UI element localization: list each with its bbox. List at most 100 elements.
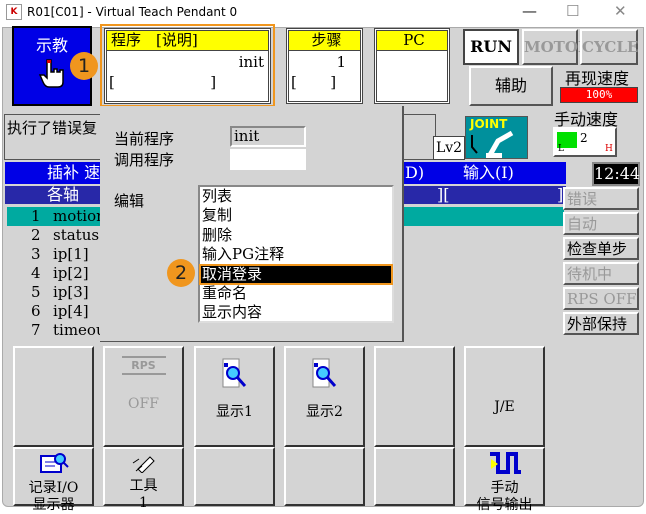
magnifier-page-icon bbox=[312, 358, 336, 388]
display1-button[interactable]: 显示1 bbox=[194, 346, 275, 447]
program-box[interactable]: 程序 [说明] init [ ] bbox=[104, 28, 271, 104]
rps-off-button[interactable]: RPS OFF bbox=[103, 346, 184, 447]
app-icon: K bbox=[6, 4, 22, 20]
tool-label-2: 1 bbox=[139, 495, 148, 511]
aux-button[interactable]: 辅助 bbox=[469, 66, 553, 106]
plug-tool-icon bbox=[132, 456, 155, 474]
list-item[interactable]: 4 ip[2] bbox=[25, 264, 106, 283]
side-button-1[interactable]: 自动 bbox=[563, 212, 639, 235]
robot-arm-icon bbox=[471, 130, 514, 158]
edit-menu-item[interactable]: 删除 bbox=[200, 226, 392, 245]
step-box[interactable]: 步骤 1 [ ] bbox=[286, 28, 363, 104]
list-item[interactable]: 6 ip[4] bbox=[25, 302, 106, 321]
list-item[interactable]: 3 ip[1] bbox=[25, 245, 106, 264]
axis-label: 各轴 bbox=[47, 185, 80, 204]
list-item[interactable]: 5 ip[3] bbox=[25, 283, 106, 302]
pc-header: PC bbox=[377, 31, 447, 51]
list-item-name: ip[2] bbox=[53, 264, 89, 282]
program-comment: [ ] bbox=[109, 73, 217, 91]
tool-button[interactable]: 工具 1 bbox=[103, 447, 184, 511]
output-label: D) bbox=[405, 163, 425, 182]
window-title: R01[C01] - Virtual Teach Pendant 0 bbox=[27, 5, 238, 19]
clock: 12:44 bbox=[592, 162, 640, 186]
manual-signal-output-button[interactable]: 手动 信号输出 bbox=[464, 447, 545, 513]
display2-button[interactable]: 显示2 bbox=[284, 346, 365, 447]
hand-pointer-icon bbox=[38, 59, 64, 88]
security-level: Lv2 bbox=[433, 136, 465, 160]
step-value: 1 bbox=[336, 53, 346, 71]
side-button-3[interactable]: 待机中 bbox=[563, 262, 639, 285]
manual-speed-gauge[interactable]: 2 L H bbox=[553, 127, 617, 157]
list-item-name: ip[1] bbox=[53, 245, 89, 263]
step-comment: [ ] bbox=[291, 73, 337, 91]
motor-button[interactable]: MOTOR bbox=[522, 29, 590, 65]
list-item-number: 5 bbox=[31, 283, 41, 301]
minimize-button[interactable]: — bbox=[522, 2, 537, 20]
list-item-name: motion bbox=[53, 207, 106, 225]
list-item-number: 1 bbox=[31, 207, 41, 225]
manual-speed-level: 2 bbox=[580, 131, 588, 145]
message-text: 执行了错误复 bbox=[7, 119, 98, 137]
edit-menu-item[interactable]: 列表 bbox=[200, 187, 392, 206]
je-label: J/E bbox=[494, 399, 515, 415]
manual-speed-low: L bbox=[558, 144, 564, 154]
rps-off-label: OFF bbox=[128, 396, 159, 412]
input-label: 输入(I) bbox=[463, 163, 514, 182]
list-item-number: 2 bbox=[31, 226, 41, 244]
edit-menu-item-selected[interactable]: 取消登录 bbox=[199, 263, 393, 285]
manual-speed-high: H bbox=[605, 144, 613, 154]
monitor-search-icon bbox=[39, 453, 69, 473]
pc-box[interactable]: PC bbox=[374, 28, 450, 104]
step-badge-1: 1 bbox=[70, 52, 98, 80]
program-popup: 当前程序 init 调用程序 编辑 列表 复制 删除 输入PG注释 取消登录 重命名 显示内… bbox=[100, 106, 404, 342]
display2-label: 显示2 bbox=[306, 404, 343, 420]
program-header: 程序 [说明] bbox=[107, 31, 268, 51]
title-bar: K R01[C01] - Virtual Teach Pendant 0 — ☐… bbox=[0, 0, 646, 27]
list-item[interactable]: 1 motion bbox=[25, 207, 106, 226]
replay-speed-value: 100% bbox=[560, 87, 638, 103]
side-button-2[interactable]: 检查单步 bbox=[563, 237, 639, 260]
close-button[interactable]: ✕ bbox=[614, 2, 627, 20]
axis-bracket-mid: ][ bbox=[437, 185, 450, 204]
side-button-4[interactable]: RPS OFF bbox=[563, 287, 639, 310]
call-program-label: 调用程序 bbox=[114, 151, 175, 169]
edit-menu-item[interactable]: 显示内容 bbox=[200, 303, 392, 322]
io-monitor-button[interactable]: 记录I/O 显示器 bbox=[13, 447, 94, 513]
call-program-field[interactable] bbox=[230, 149, 306, 170]
edit-menu-list[interactable]: 列表 复制 删除 输入PG注释 取消登录 重命名 显示内容 bbox=[198, 185, 394, 323]
run-button[interactable]: RUN bbox=[463, 29, 519, 65]
list-item[interactable]: 2 status bbox=[25, 226, 106, 245]
list-item-number: 3 bbox=[31, 245, 41, 263]
step-badge-2: 2 bbox=[167, 259, 195, 287]
joint-coordinate-button[interactable]: JOINT bbox=[465, 116, 528, 159]
list-item-name: status bbox=[53, 226, 100, 244]
replay-speed-label: 再现速度 bbox=[564, 69, 629, 88]
edit-menu-item[interactable]: 重命名 bbox=[200, 284, 392, 303]
maximize-button[interactable]: ☐ bbox=[566, 2, 579, 20]
edit-menu-item[interactable]: 复制 bbox=[200, 206, 392, 225]
side-button-5[interactable]: 外部保持 bbox=[563, 312, 639, 335]
je-button[interactable]: J/E bbox=[464, 346, 545, 447]
function-key-empty-3[interactable] bbox=[194, 447, 275, 506]
io-monitor-label-1: 记录I/O bbox=[28, 480, 79, 496]
current-program-label: 当前程序 bbox=[114, 130, 175, 148]
edit-menu-item[interactable]: 输入PG注释 bbox=[200, 245, 392, 264]
display1-label: 显示1 bbox=[216, 404, 253, 420]
magnifier-page-icon bbox=[222, 358, 246, 388]
function-key-empty-4[interactable] bbox=[284, 447, 365, 506]
list-item-number: 7 bbox=[31, 321, 41, 339]
interp-speed-label: 插补 速 bbox=[47, 163, 101, 182]
list-item-name: timeou bbox=[53, 321, 106, 339]
side-button-0[interactable]: 错误 bbox=[563, 187, 639, 210]
list-item-name: ip[3] bbox=[53, 283, 89, 301]
manual-output-label-1: 手动 bbox=[490, 480, 519, 496]
function-key-empty-2[interactable] bbox=[374, 346, 455, 447]
pulse-signal-icon bbox=[489, 452, 521, 474]
function-key-empty-1[interactable] bbox=[13, 346, 94, 447]
function-key-empty-5[interactable] bbox=[374, 447, 455, 506]
tool-label-1: 工具 bbox=[129, 478, 158, 494]
list-item[interactable]: 7 timeou bbox=[25, 321, 106, 340]
manual-output-label-2: 信号输出 bbox=[476, 497, 533, 513]
cycle-button[interactable]: CYCLE bbox=[580, 29, 638, 65]
rps-icon: RPS bbox=[121, 356, 166, 375]
